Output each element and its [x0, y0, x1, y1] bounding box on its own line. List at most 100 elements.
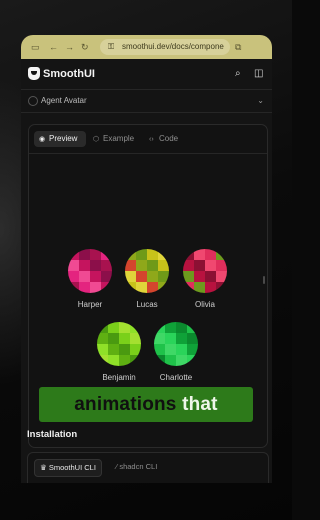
caption-word: that [182, 394, 218, 415]
tab-code[interactable]: ‹› Code [149, 131, 178, 147]
avatar-pixel [158, 249, 169, 260]
avatar-pixel [165, 355, 176, 366]
avatar-pixel [205, 249, 216, 260]
avatar-benjamin[interactable] [97, 322, 141, 366]
avatar-pixel [97, 355, 108, 366]
avatar-pixel [187, 344, 198, 355]
avatar-pixel [136, 282, 147, 293]
avatar-pixel [119, 322, 130, 333]
avatar-pixel [90, 271, 101, 282]
tab-code-label: Code [159, 134, 179, 143]
tab-smoothui-cli[interactable]: ♛ SmoothUI CLI [34, 459, 102, 477]
component-selector[interactable]: Agent Avatar ⌄ [21, 90, 272, 113]
avatar-pixel [68, 260, 79, 271]
avatar-pixel [101, 282, 112, 293]
cube-icon: ⬡ [93, 136, 100, 143]
avatar-olivia[interactable] [183, 249, 227, 293]
avatar-pixel [125, 282, 136, 293]
avatar-harper[interactable] [68, 249, 112, 293]
avatar-pixel [136, 271, 147, 282]
tab-smoothui-cli-label: SmoothUI CLI [48, 463, 96, 472]
avatar-pixel [147, 282, 158, 293]
caption-word: animations [74, 394, 177, 415]
avatar-name: Harper [77, 300, 103, 309]
avatar-pixel [158, 271, 169, 282]
avatar-pixel [130, 355, 141, 366]
avatar-pixel [154, 344, 165, 355]
avatar-pixel [97, 333, 108, 344]
avatar-pixel [187, 355, 198, 366]
app-header: SmoothUI ⌕ ◫ [21, 59, 272, 90]
avatar-pixel [108, 355, 119, 366]
brand-name[interactable]: SmoothUI [43, 67, 95, 81]
avatar-pixel [119, 355, 130, 366]
tab-shadcn-cli[interactable]: ⁄ shadcn CLI [116, 459, 157, 475]
avatar-pixel [187, 322, 198, 333]
tab-icon[interactable]: ⧉ [235, 42, 241, 52]
avatar-pixel [194, 260, 205, 271]
avatar-pixel [79, 260, 90, 271]
reload-icon[interactable]: ↻ [81, 42, 89, 52]
avatar-name: Charlotte [159, 373, 193, 382]
avatar-pixel [147, 271, 158, 282]
sidebar-panel-icon[interactable]: ◫ [254, 68, 263, 80]
eye-icon: ◉ [39, 136, 46, 143]
avatar-pixel [216, 271, 227, 282]
avatar-pixel [101, 260, 112, 271]
avatar-pixel [158, 282, 169, 293]
scrollbar[interactable] [263, 276, 265, 284]
search-icon[interactable]: ⌕ [235, 68, 241, 80]
tab-example-label: Example [103, 134, 135, 143]
lock-icon: ⚿ [108, 42, 115, 51]
avatar-pixel [205, 271, 216, 282]
avatar-pixel [130, 322, 141, 333]
address-bar[interactable]: ⚿ smoothui.dev/docs/compone [100, 39, 230, 55]
forward-icon[interactable]: → [65, 42, 74, 52]
avatar-pixel [79, 249, 90, 260]
avatar-pixel [183, 249, 194, 260]
avatar-pixel [130, 344, 141, 355]
avatar-pixel [136, 260, 147, 271]
avatar-pixel [97, 322, 108, 333]
avatar-name: Olivia [194, 300, 215, 309]
avatar-pixel [119, 344, 130, 355]
avatar-pixel [194, 249, 205, 260]
tab-example[interactable]: ⬡ Example [93, 131, 134, 147]
tab-preview-label: Preview [49, 134, 78, 143]
avatar-pixel [125, 271, 136, 282]
chevron-down-icon: ⌄ [257, 96, 264, 105]
avatar-pixel [176, 333, 187, 344]
avatar-pixel [119, 333, 130, 344]
avatar-pixel [216, 260, 227, 271]
avatar-pixel [101, 249, 112, 260]
installation-title: Installation [27, 429, 78, 440]
avatar-pixel [187, 333, 198, 344]
avatar-pixel [125, 260, 136, 271]
avatar-pixel [216, 282, 227, 293]
avatar-pixel [176, 322, 187, 333]
back-icon[interactable]: ← [49, 42, 58, 52]
installation-card: ♛ SmoothUI CLI ⁄ shadcn CLI [27, 452, 269, 483]
browser-toolbar: ▭ ← → ↻ ⚿ smoothui.dev/docs/compone ⧉ [21, 35, 272, 59]
caption-banner: animations that [39, 387, 253, 422]
avatar-lucas[interactable] [125, 249, 169, 293]
avatar-pixel [154, 355, 165, 366]
avatar-pixel [125, 249, 136, 260]
avatar-pixel [68, 271, 79, 282]
avatar-pixel [194, 282, 205, 293]
tab-shadcn-cli-label: shadcn CLI [119, 462, 158, 471]
smoothui-logo-icon[interactable] [28, 67, 40, 80]
avatar-pixel [194, 271, 205, 282]
avatar-pixel [68, 249, 79, 260]
avatar-pixel [165, 344, 176, 355]
avatar-pixel [147, 249, 158, 260]
avatar-pixel [108, 333, 119, 344]
avatar-pixel [205, 260, 216, 271]
avatar-charlotte[interactable] [154, 322, 198, 366]
sidebar-toggle-icon[interactable]: ▭ [31, 42, 40, 52]
avatar-pixel [154, 322, 165, 333]
address-text: smoothui.dev/docs/compone [122, 42, 224, 51]
tab-preview[interactable]: ◉ Preview [34, 131, 86, 147]
avatar-pixel [147, 260, 158, 271]
avatar-pixel [108, 322, 119, 333]
